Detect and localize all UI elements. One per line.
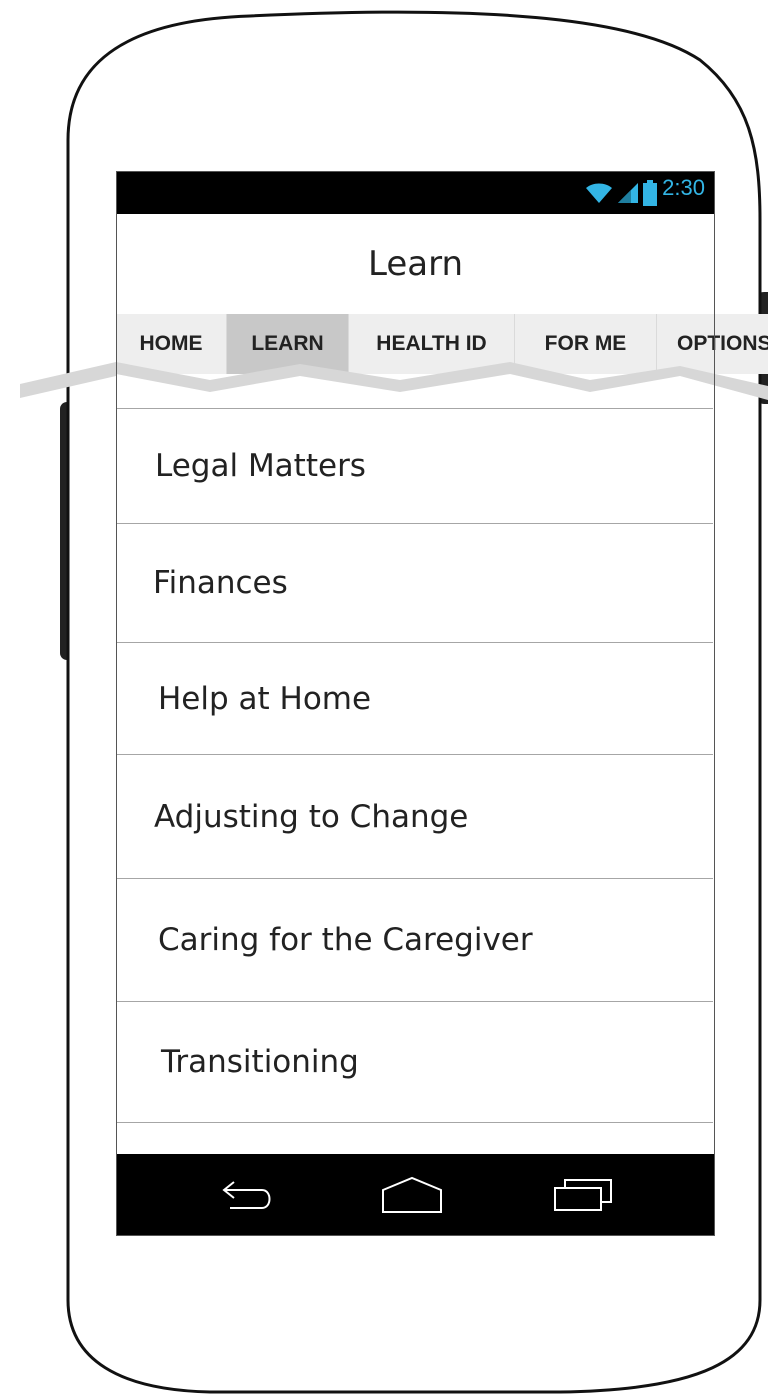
list-item-adjusting-to-change[interactable]: Adjusting to Change [116,754,713,878]
status-bar: 2:30 [116,171,715,214]
page-title: Learn [367,244,464,284]
recent-apps-icon[interactable] [553,1174,615,1216]
list-item-transitioning[interactable]: Transitioning [116,1001,713,1122]
list-item-help-at-home[interactable]: Help at Home [116,642,713,754]
navigation-bar [116,1154,715,1236]
list-item-finances[interactable]: Finances [116,523,713,642]
battery-icon [643,179,657,206]
status-time: 2:30 [662,175,705,200]
home-icon[interactable] [381,1174,443,1216]
wifi-icon [586,183,612,203]
list-item-caring-for-caregiver[interactable]: Caring for the Caregiver [116,878,713,1001]
back-icon[interactable] [218,1174,278,1216]
phone-screen: 2:30 Learn HOME LEARN HEALTH ID FOR ME O… [116,171,768,1236]
signal-icon [618,182,638,203]
torn-edge-decoration [20,362,768,400]
learn-topic-list: Legal Matters Finances Help at Home Adju… [116,408,713,1155]
list-item-legal-matters[interactable]: Legal Matters [116,408,713,523]
list-divider [116,1122,713,1155]
